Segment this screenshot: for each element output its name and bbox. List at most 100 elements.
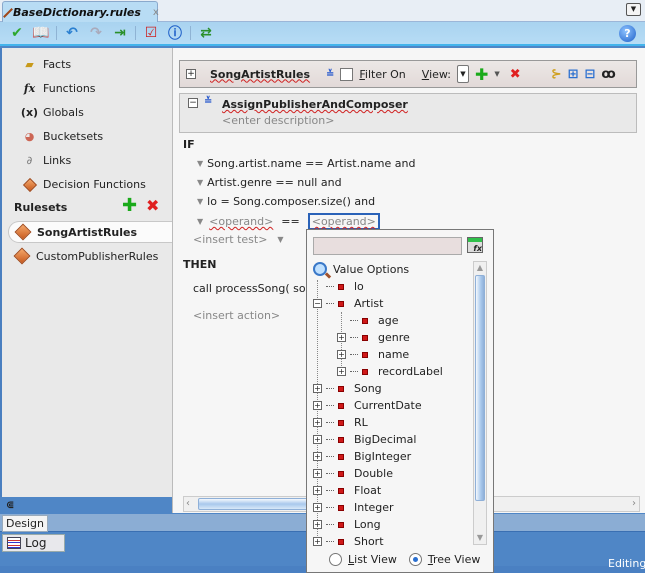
- tree-item[interactable]: + name: [337, 346, 409, 363]
- collapse-all-icon[interactable]: ⊟: [585, 67, 596, 82]
- action-expression[interactable]: call processSong( so: [193, 282, 306, 295]
- nav-item-globals[interactable]: (x) Globals: [21, 105, 84, 120]
- scroll-down-icon[interactable]: ▼: [475, 533, 485, 542]
- tree-item[interactable]: + Short: [313, 533, 384, 550]
- expand-node-icon[interactable]: +: [337, 350, 346, 359]
- test-expression[interactable]: lo = Song.composer.size() and: [207, 195, 375, 208]
- chevron-down-icon[interactable]: ≚: [326, 69, 334, 80]
- nav-item-bucketsets[interactable]: ◕ Bucketsets: [22, 129, 103, 144]
- expand-node-icon[interactable]: +: [313, 452, 322, 461]
- test-row[interactable]: ▼ Artist.genre == null and: [197, 176, 342, 189]
- tree-view-radio[interactable]: [408, 553, 422, 566]
- scroll-right-icon[interactable]: ›: [632, 498, 636, 509]
- scroll-left-icon[interactable]: ‹: [186, 498, 196, 510]
- insert-action-link[interactable]: <insert action>: [193, 309, 280, 322]
- tree-item[interactable]: + Double: [313, 465, 393, 482]
- tab-design[interactable]: Design: [2, 515, 48, 532]
- expand-node-icon[interactable]: +: [313, 520, 322, 529]
- triangle-down-icon[interactable]: ▼: [277, 235, 283, 244]
- validate-icon[interactable]: ✔: [8, 24, 26, 42]
- scroll-up-icon[interactable]: ▲: [475, 263, 485, 273]
- triangle-down-icon[interactable]: ▼: [197, 217, 203, 226]
- tree-icon[interactable]: ⊱: [551, 67, 562, 82]
- expand-node-icon[interactable]: +: [337, 367, 346, 376]
- tab-base-dictionary[interactable]: BaseDictionary.rules x: [2, 1, 159, 23]
- test-row[interactable]: ▼ Song.artist.name == Artist.name and: [197, 157, 415, 170]
- test-row-editing[interactable]: ▼ <operand> == <operand>: [197, 213, 380, 230]
- action-row[interactable]: call processSong( so: [193, 282, 306, 295]
- info-icon[interactable]: ⓘ: [166, 24, 184, 42]
- tab-list-dropdown-button[interactable]: ▼: [626, 3, 641, 16]
- tree-item[interactable]: + BigDecimal: [313, 431, 416, 448]
- test-expression[interactable]: Song.artist.name == Artist.name and: [207, 157, 415, 170]
- tree-item[interactable]: + CurrentDate: [313, 397, 422, 414]
- expression-builder-icon[interactable]: fx: [467, 237, 483, 253]
- nav-item-functions[interactable]: fx Functions: [22, 81, 96, 96]
- chevron-down-icon[interactable]: ≚: [204, 96, 212, 107]
- scrollbar-thumb[interactable]: [475, 275, 485, 501]
- tree-item[interactable]: + BigInteger: [313, 448, 411, 465]
- expand-all-icon[interactable]: ⊞: [568, 67, 579, 82]
- expand-node-icon[interactable]: +: [313, 435, 322, 444]
- tree-view-label[interactable]: Tree View: [428, 553, 481, 566]
- expand-node-icon[interactable]: +: [313, 537, 322, 546]
- checklist-icon[interactable]: ☑: [142, 24, 160, 42]
- left-operand[interactable]: <operand>: [209, 215, 273, 228]
- tree-item[interactable]: lo: [313, 278, 364, 295]
- log-button[interactable]: Log: [2, 534, 65, 552]
- triangle-down-icon[interactable]: ▼: [197, 197, 203, 206]
- tree-item[interactable]: + Integer: [313, 499, 394, 516]
- filter-on-checkbox[interactable]: [340, 67, 354, 81]
- collapse-panel-icon[interactable]: ⋐: [6, 500, 14, 511]
- value-search-input[interactable]: [313, 237, 462, 255]
- delete-rule-icon[interactable]: ✖: [510, 67, 521, 82]
- book-icon[interactable]: 📖: [32, 24, 50, 42]
- expand-node-icon[interactable]: +: [337, 333, 346, 342]
- add-rule-icon[interactable]: ✚: [475, 65, 488, 84]
- tree-item[interactable]: + Long: [313, 516, 381, 533]
- close-icon[interactable]: x: [153, 7, 159, 18]
- insert-test-link[interactable]: <insert test>: [193, 233, 267, 246]
- right-operand-selected[interactable]: <operand>: [307, 213, 380, 230]
- tree-item[interactable]: + genre: [337, 329, 410, 346]
- triangle-down-icon[interactable]: ▼: [197, 159, 203, 168]
- collapse-node-icon[interactable]: −: [313, 299, 322, 308]
- triangle-down-icon[interactable]: ▼: [197, 178, 203, 187]
- rule-description-field[interactable]: <enter description>: [222, 114, 334, 127]
- operator[interactable]: ==: [281, 215, 299, 228]
- glasses-icon[interactable]: ꝏ: [601, 67, 615, 82]
- ruleset-item-songartistrules[interactable]: SongArtistRules: [8, 221, 174, 243]
- nav-item-decision-functions[interactable]: Decision Functions: [22, 177, 146, 192]
- import-icon[interactable]: ⇥: [111, 24, 129, 42]
- expand-node-icon[interactable]: +: [313, 384, 322, 393]
- test-expression[interactable]: Artist.genre == null and: [207, 176, 341, 189]
- link-icon[interactable]: ⇄: [197, 24, 215, 42]
- add-ruleset-button[interactable]: ✚: [122, 197, 137, 215]
- tree-item[interactable]: + RL: [313, 414, 368, 431]
- tree-item[interactable]: − Artist: [313, 295, 383, 312]
- view-dropdown[interactable]: ▼: [457, 65, 469, 83]
- nav-item-facts[interactable]: ▰ Facts: [22, 57, 71, 72]
- expand-node-icon[interactable]: +: [313, 401, 322, 410]
- tree-item[interactable]: + Float: [313, 482, 381, 499]
- expand-node-icon[interactable]: +: [313, 503, 322, 512]
- test-row[interactable]: ▼ lo = Song.composer.size() and: [197, 195, 375, 208]
- expand-node-icon[interactable]: +: [313, 469, 322, 478]
- add-menu-chevron-icon[interactable]: ▼: [494, 70, 499, 78]
- tree-item[interactable]: + recordLabel: [337, 363, 443, 380]
- redo-icon[interactable]: ↷: [87, 24, 105, 42]
- expand-node-icon[interactable]: +: [313, 418, 322, 427]
- insert-test-row[interactable]: <insert test> ▼: [193, 233, 284, 246]
- tree-item[interactable]: + Song: [313, 380, 382, 397]
- collapse-rule-toggle[interactable]: −: [188, 98, 198, 108]
- vertical-scrollbar[interactable]: ▲ ▼: [473, 261, 487, 545]
- tree-item[interactable]: age: [337, 312, 399, 329]
- ruleset-name[interactable]: SongArtistRules: [210, 68, 320, 81]
- insert-action-row[interactable]: <insert action>: [193, 309, 280, 322]
- expand-ruleset-toggle[interactable]: +: [186, 69, 196, 79]
- help-icon[interactable]: ?: [619, 25, 636, 42]
- ruleset-item-custompublisherrules[interactable]: CustomPublisherRules: [8, 245, 174, 267]
- delete-ruleset-button[interactable]: ✖: [146, 198, 159, 214]
- expand-node-icon[interactable]: +: [313, 486, 322, 495]
- nav-item-links[interactable]: ∂ Links: [22, 153, 72, 168]
